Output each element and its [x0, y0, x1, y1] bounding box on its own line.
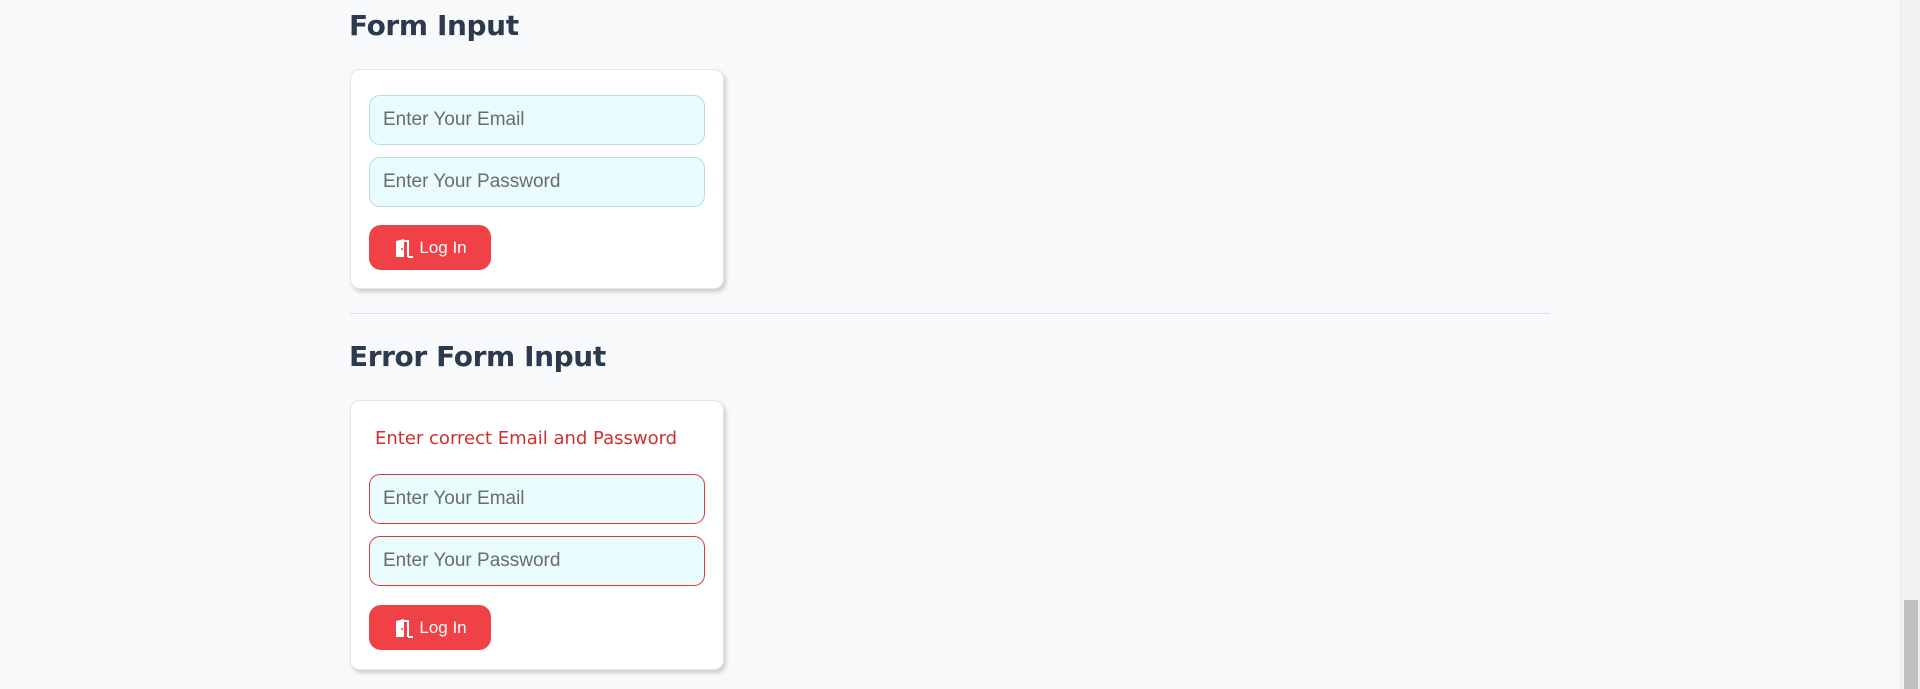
error-email-input[interactable]	[369, 474, 705, 524]
page: Form Input Log In Error Form Input Enter…	[0, 0, 1920, 689]
error-password-input[interactable]	[369, 536, 705, 586]
error-login-form-card: Enter correct Email and Password Log In	[350, 400, 724, 670]
password-input[interactable]	[369, 157, 705, 207]
email-input[interactable]	[369, 95, 705, 145]
error-login-button[interactable]: Log In	[369, 605, 491, 650]
login-button[interactable]: Log In	[369, 225, 491, 270]
door-exit-icon	[393, 238, 415, 258]
scrollbar-thumb[interactable]	[1904, 600, 1918, 689]
section-divider	[350, 313, 1550, 314]
error-login-button-label: Log In	[419, 617, 467, 637]
error-form-input-heading: Error Form Input	[349, 340, 606, 373]
error-message: Enter correct Email and Password	[375, 428, 678, 449]
door-exit-icon	[393, 618, 415, 638]
form-input-heading: Form Input	[349, 9, 519, 42]
login-button-label: Log In	[419, 237, 467, 257]
login-form-card: Log In	[350, 69, 724, 289]
page-scrollbar[interactable]	[1900, 0, 1920, 689]
